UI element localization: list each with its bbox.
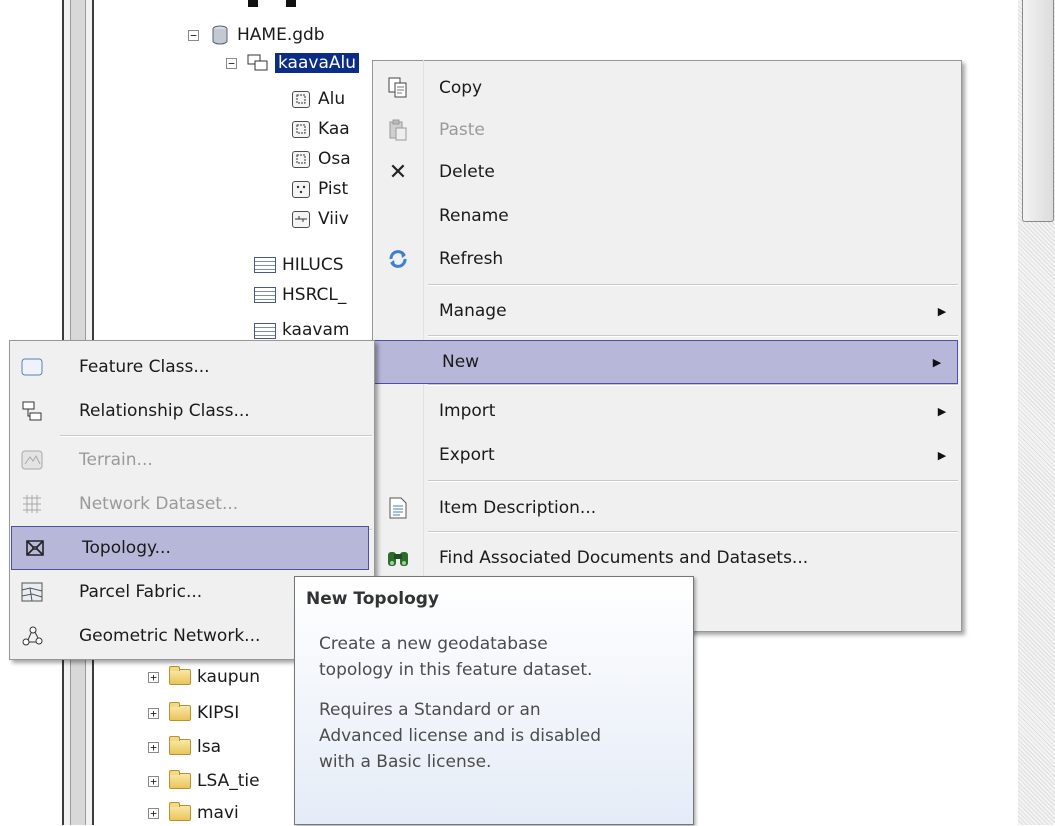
folder-icon	[169, 736, 191, 756]
tree-node-label: Viiv	[318, 209, 349, 229]
tree-node-feature-class[interactable]: Osa	[290, 146, 351, 172]
tooltip-description: Create a new geodatabase topology in thi…	[319, 634, 593, 680]
menu-item-copy[interactable]: Copy	[372, 66, 962, 110]
folder-icon	[169, 802, 191, 822]
tree-node-table[interactable]: kaavam	[254, 320, 349, 340]
geodatabase-icon	[209, 25, 231, 45]
relationship-class-icon	[9, 400, 55, 422]
tree-node-label: mavi	[197, 803, 239, 823]
submenu-arrow-icon: ▶	[937, 448, 947, 462]
menu-item-import[interactable]: Import ▶	[372, 389, 962, 433]
submenu-arrow-icon: ▶	[937, 404, 947, 418]
menu-item-export[interactable]: Export ▶	[372, 433, 962, 477]
tree-node-label: Alu	[318, 89, 346, 109]
folder-icon	[169, 702, 191, 722]
folder-icon	[169, 770, 191, 790]
tree-node-gdb[interactable]: − HAME.gdb	[188, 22, 325, 48]
menu-item-manage[interactable]: Manage ▶	[372, 289, 962, 333]
menu-item-item-description[interactable]: Item Description...	[372, 486, 962, 530]
table-icon	[254, 286, 276, 304]
expand-icon[interactable]: +	[148, 807, 159, 819]
menu-item-new[interactable]: New ▶	[374, 340, 958, 384]
submenu-item-feature-class[interactable]: Feature Class...	[9, 345, 375, 389]
menu-item-paste[interactable]: Paste	[372, 108, 962, 152]
point-feature-class-icon	[290, 180, 312, 198]
tree-node-folder[interactable]: + KIPSI	[148, 700, 239, 726]
tree-node-table[interactable]: HILUCS	[254, 252, 344, 278]
submenu-item-network-dataset[interactable]: Network Dataset...	[9, 482, 375, 526]
tooltip-new-topology: New Topology Create a new geodatabase to…	[294, 576, 694, 825]
submenu-arrow-icon: ▶	[937, 304, 947, 318]
paste-icon	[372, 119, 424, 141]
expand-icon[interactable]: +	[148, 741, 159, 753]
menu-separator	[428, 531, 958, 533]
folder-icon	[169, 666, 191, 686]
expand-icon[interactable]: +	[148, 671, 159, 683]
tree-node-label: Pist	[318, 179, 349, 199]
submenu-arrow-icon: ▶	[932, 355, 942, 369]
tree-node-table[interactable]: HSRCL_	[254, 282, 346, 308]
tree-node-label: kaavam	[282, 320, 350, 340]
tree-node-folder[interactable]: + LSA_tie	[148, 768, 260, 794]
delete-icon: ✕	[388, 159, 408, 185]
parcel-fabric-icon	[9, 582, 55, 602]
menu-item-find-associated[interactable]: Find Associated Documents and Datasets..…	[372, 536, 962, 580]
menu-separator	[60, 435, 372, 437]
expand-icon[interactable]: +	[148, 707, 159, 719]
tree-node-label-selected: kaavaAlu	[275, 53, 359, 73]
binoculars-icon	[372, 548, 424, 568]
feature-dataset-icon	[247, 54, 269, 72]
collapse-icon[interactable]: −	[188, 29, 199, 41]
tree-node-feature-dataset[interactable]: − kaavaAlu	[226, 50, 359, 76]
terrain-icon	[9, 450, 55, 470]
menu-item-rename[interactable]: Rename	[372, 194, 962, 238]
tree-node-folder[interactable]: + kaupun	[148, 664, 260, 690]
item-description-icon	[372, 497, 424, 519]
tree-node-label: lsa	[197, 737, 221, 757]
menu-item-delete[interactable]: ✕ Delete	[372, 150, 962, 194]
tree-node-feature-class[interactable]: Viiv	[290, 206, 349, 232]
tree-node-label: HAME.gdb	[237, 25, 325, 45]
tree-row-fragment	[286, 0, 296, 7]
submenu-item-topology[interactable]: Topology...	[11, 526, 369, 570]
line-feature-class-icon	[290, 210, 312, 228]
submenu-item-terrain[interactable]: Terrain...	[9, 438, 375, 482]
polygon-feature-class-icon	[290, 120, 312, 138]
menu-item-refresh[interactable]: Refresh	[372, 237, 962, 281]
tooltip-license-note: Requires a Standard or an Advanced licen…	[319, 700, 602, 772]
tree-row-fragment	[248, 0, 258, 7]
menu-separator	[428, 480, 958, 482]
copy-icon	[372, 77, 424, 99]
network-dataset-icon	[9, 494, 55, 514]
geometric-network-icon	[9, 625, 55, 647]
collapse-icon[interactable]: −	[226, 57, 237, 69]
tooltip-title: New Topology	[306, 589, 440, 609]
polygon-feature-class-icon	[290, 150, 312, 168]
tree-node-label: HSRCL_	[282, 285, 347, 305]
menu-separator	[428, 335, 958, 337]
tree-node-label: KIPSI	[197, 703, 240, 723]
tree-node-feature-class[interactable]: Alu	[290, 86, 345, 112]
tree-node-label: kaupun	[197, 667, 261, 687]
menu-separator	[428, 384, 958, 386]
polygon-feature-class-icon	[290, 90, 312, 108]
vertical-scrollbar-thumb[interactable]	[1022, 0, 1054, 222]
submenu-item-relationship-class[interactable]: Relationship Class...	[9, 389, 375, 433]
table-icon	[254, 256, 276, 274]
feature-class-icon	[9, 358, 55, 376]
tree-node-feature-class[interactable]: Kaa	[290, 116, 350, 142]
tree-node-label: HILUCS	[282, 255, 344, 275]
menu-separator	[428, 284, 958, 286]
tree-node-label: Kaa	[318, 119, 350, 139]
tree-node-folder[interactable]: + lsa	[148, 734, 221, 760]
topology-icon	[12, 538, 58, 558]
expand-icon[interactable]: +	[148, 775, 159, 787]
tree-node-folder[interactable]: + mavi	[148, 800, 239, 826]
tree-node-label: LSA_tie	[197, 771, 260, 791]
refresh-icon	[372, 248, 424, 270]
table-icon	[254, 322, 276, 340]
tree-node-feature-class[interactable]: Pist	[290, 176, 348, 202]
tree-node-label: Osa	[318, 149, 351, 169]
